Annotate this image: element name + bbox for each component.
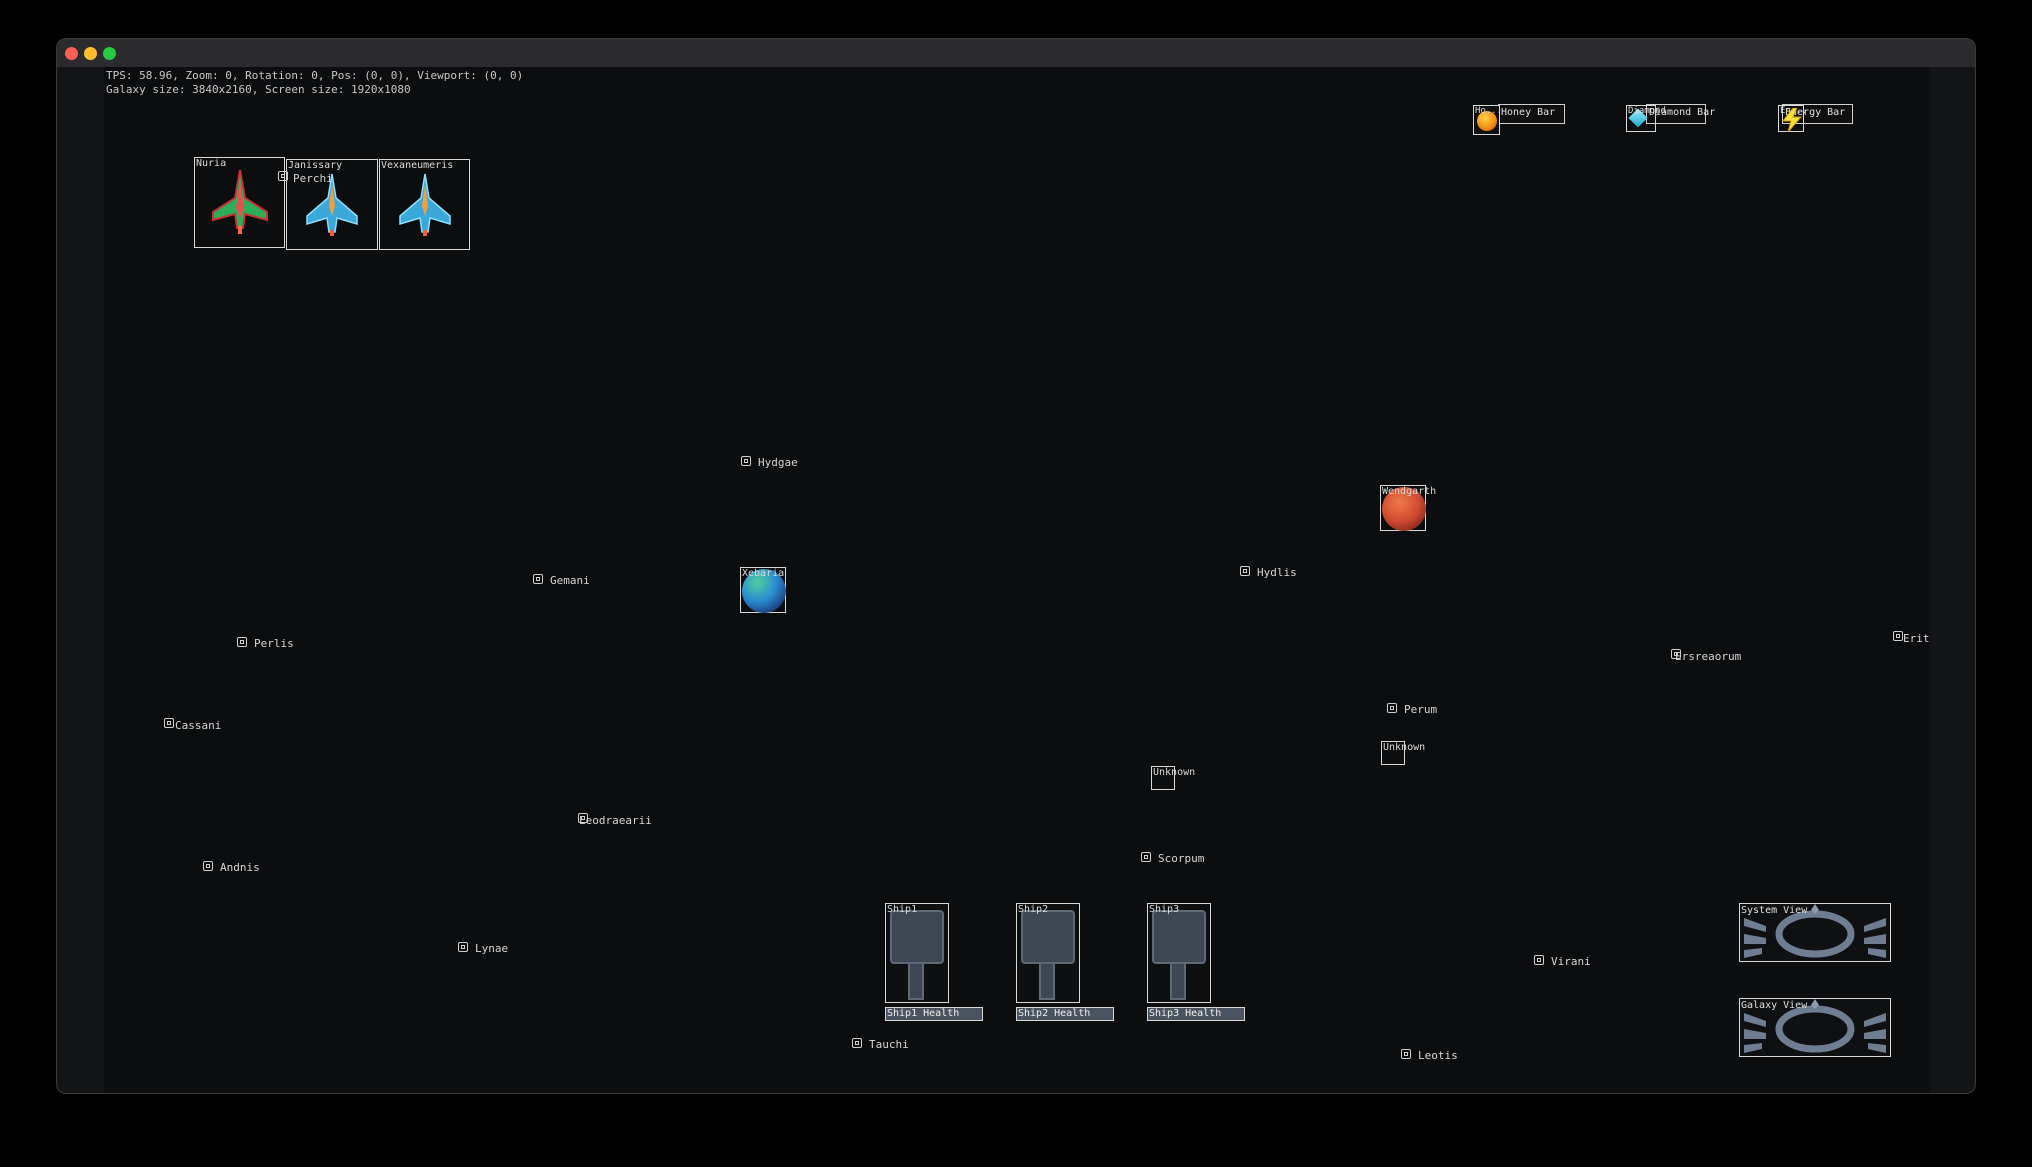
star-system-icon bbox=[458, 942, 468, 952]
energy-bolt-icon: En... bbox=[1778, 105, 1807, 132]
star-system-icon bbox=[203, 861, 213, 871]
blue-fighter-icon bbox=[399, 173, 451, 236]
star-system-icon bbox=[1387, 703, 1397, 713]
star-system-icon bbox=[852, 1038, 862, 1048]
star-system-icon bbox=[164, 718, 174, 728]
ship3-health-bar: Ship3 Health bbox=[1147, 1007, 1245, 1021]
ship-silhouette-icon bbox=[890, 910, 944, 964]
fleet-ship-card-1[interactable]: Ship1 bbox=[885, 903, 949, 1003]
fleet-ship-card-2[interactable]: Ship2 bbox=[1016, 903, 1080, 1003]
galaxy-viewport[interactable]: TPS: 58.96, Zoom: 0, Rotation: 0, Pos: (… bbox=[104, 67, 1930, 1093]
honey-bar-label: Honey Bar bbox=[1501, 107, 1556, 118]
star-system-icon bbox=[1141, 852, 1151, 862]
galaxy-view-button[interactable]: Galaxy View bbox=[1739, 998, 1891, 1057]
star-system-icon bbox=[237, 637, 247, 647]
ship-silhouette-icon bbox=[1021, 910, 1075, 964]
honey-bar: Honey Bar bbox=[1498, 104, 1565, 124]
close-window-button[interactable] bbox=[65, 47, 78, 60]
red-fighter-icon bbox=[212, 169, 268, 234]
ship2-health-bar: Ship2 Health bbox=[1016, 1007, 1114, 1021]
minimize-window-button[interactable] bbox=[84, 47, 97, 60]
game-window: TPS: 58.96, Zoom: 0, Rotation: 0, Pos: (… bbox=[56, 38, 1976, 1094]
maximize-window-button[interactable] bbox=[103, 47, 116, 60]
unknown-object[interactable]: Unknown bbox=[1151, 766, 1195, 790]
hud-stats-line: TPS: 58.96, Zoom: 0, Rotation: 0, Pos: (… bbox=[106, 69, 524, 82]
title-bar bbox=[57, 39, 1975, 67]
fleet-ship-card-3[interactable]: Ship3 bbox=[1147, 903, 1211, 1003]
star-system-icon bbox=[1534, 955, 1544, 965]
star-system-icon bbox=[1893, 631, 1903, 641]
ship1-health-bar: Ship1 Health bbox=[885, 1007, 983, 1021]
star-system-icon bbox=[1240, 566, 1250, 576]
ship-portrait-nuria[interactable]: Nuria bbox=[194, 157, 285, 248]
ship-portrait-vexaneumeris[interactable]: Vexaneumeris bbox=[379, 159, 470, 250]
honey-orb-icon: Ho... bbox=[1473, 105, 1502, 135]
hud-galaxy-line: Galaxy size: 3840x2160, Screen size: 192… bbox=[106, 83, 411, 96]
system-view-button[interactable]: System View bbox=[1739, 903, 1891, 962]
star-system-icon bbox=[278, 171, 288, 181]
diamond-icon: Diamond bbox=[1626, 105, 1666, 132]
ship-silhouette-icon bbox=[1152, 910, 1206, 964]
planet-xebaria[interactable]: Xebaria bbox=[740, 567, 786, 613]
star-system-icon bbox=[1401, 1049, 1411, 1059]
planet-wendgarth[interactable]: Wendgarth bbox=[1380, 485, 1436, 531]
star-system-icon bbox=[533, 574, 543, 584]
star-system-icon bbox=[741, 456, 751, 466]
unknown-object[interactable]: Unknown bbox=[1381, 741, 1425, 765]
